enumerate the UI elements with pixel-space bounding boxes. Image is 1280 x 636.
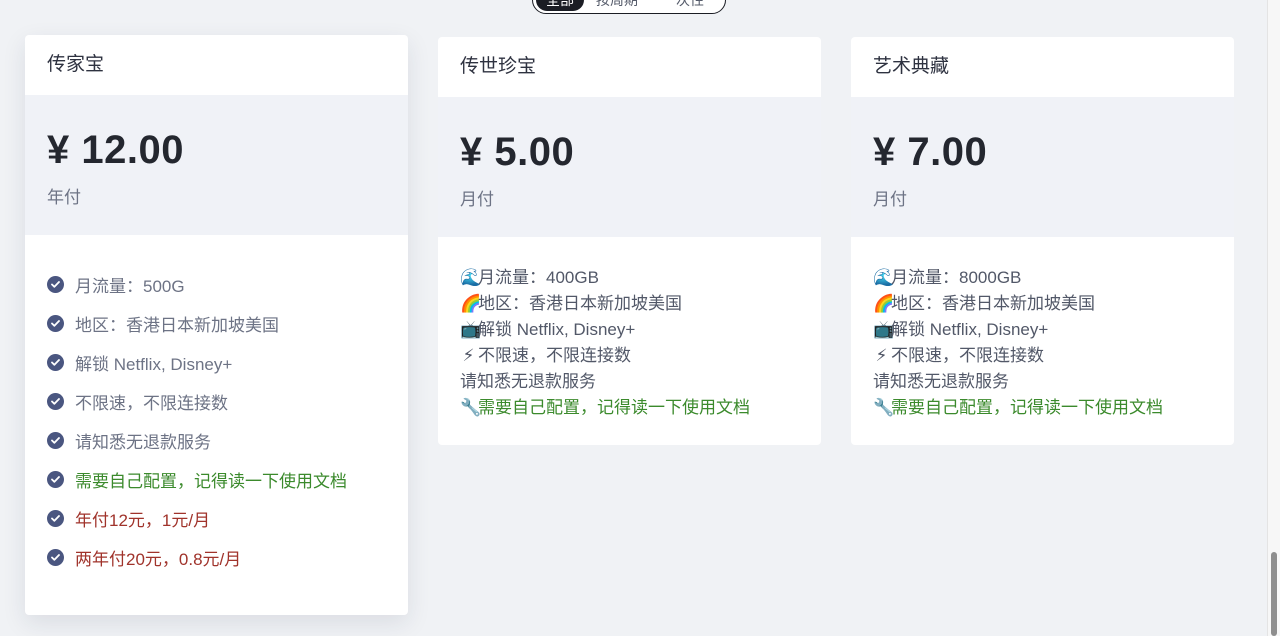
plan-period: 年付 (47, 188, 81, 207)
list-item: ⚡ 不限速，不限连接数 (873, 343, 1212, 369)
feature-text: 解锁 Netflix, Disney+ (75, 355, 233, 374)
list-item: 两年付20元，0.8元/月 (47, 538, 386, 577)
price-panel: ¥ 12.00 年付 (25, 95, 408, 235)
wrench-icon: 🔧 (873, 398, 895, 417)
plan-name: 传家宝 (47, 54, 105, 75)
plan-price: ¥ 7.00 (873, 130, 988, 174)
feature-text: 需要自己配置，记得读一下使用文档 (75, 472, 347, 491)
plan-price: ¥ 12.00 (47, 128, 184, 172)
list-item: 请知悉无退款服务 (873, 372, 1009, 391)
rainbow-icon: 🌈 (873, 294, 895, 313)
feature-description: 🌊月流量：400GB 🌈地区：香港日本新加坡美国 📺解锁 Netflix, Di… (438, 237, 821, 421)
plan-name: 传世珍宝 (460, 56, 537, 77)
list-item: 🔧需要自己配置，记得读一下使用文档 (873, 395, 1212, 421)
feature-text: 两年付20元，0.8元/月 (75, 550, 242, 569)
check-circle-icon (47, 549, 64, 566)
plan-card-treasure[interactable]: 传世珍宝 ¥ 5.00 月付 🌊月流量：400GB 🌈地区：香港日本新加坡美国 … (438, 37, 821, 445)
check-circle-icon (47, 510, 64, 527)
check-circle-icon (47, 354, 64, 371)
list-item: 🌊月流量：8000GB (873, 265, 1212, 291)
list-item: 不限速，不限连接数 (47, 382, 386, 421)
list-item: 🌈地区：香港日本新加坡美国 (460, 291, 799, 317)
lightning-icon: ⚡ (875, 346, 888, 365)
filter-tab-periodic[interactable]: 按周期 (584, 0, 650, 11)
list-item: 📺解锁 Netflix, Disney+ (873, 317, 1212, 343)
price-panel: ¥ 7.00 月付 (851, 97, 1234, 237)
plan-period: 月付 (460, 190, 494, 209)
feature-description: 🌊月流量：8000GB 🌈地区：香港日本新加坡美国 📺解锁 Netflix, D… (851, 237, 1234, 421)
check-circle-icon (47, 315, 64, 332)
plan-name: 艺术典藏 (873, 56, 950, 77)
plan-price: ¥ 5.00 (460, 130, 575, 174)
feature-text: 不限速，不限连接数 (75, 394, 228, 413)
tv-icon: 📺 (873, 320, 895, 339)
page-scrollbar[interactable] (1267, 0, 1280, 636)
feature-text: 请知悉无退款服务 (75, 433, 211, 452)
list-item: 年付12元，1元/月 (47, 499, 386, 538)
check-circle-icon (47, 393, 64, 410)
list-item: 请知悉无退款服务 (47, 421, 386, 460)
list-item: 月流量：500G (47, 265, 386, 304)
list-item: 地区：香港日本新加坡美国 (47, 304, 386, 343)
check-circle-icon (47, 432, 64, 449)
plan-filter-segmented: 全部 按周期 一次性 (532, 0, 726, 14)
tv-icon: 📺 (460, 320, 482, 339)
feature-text: 地区：香港日本新加坡美国 (75, 316, 279, 335)
wave-icon: 🌊 (873, 268, 895, 287)
wrench-icon: 🔧 (460, 398, 482, 417)
plan-card-heirloom[interactable]: 传家宝 ¥ 12.00 年付 月流量：500G 地区：香港日本新加坡美国 解锁 … (25, 35, 408, 615)
filter-tab-one-time[interactable]: 一次性 (650, 0, 716, 11)
scrollbar-thumb[interactable] (1271, 552, 1277, 636)
list-item: 🌈地区：香港日本新加坡美国 (873, 291, 1212, 317)
list-item: 需要自己配置，记得读一下使用文档 (47, 460, 386, 499)
feature-list: 月流量：500G 地区：香港日本新加坡美国 解锁 Netflix, Disney… (25, 235, 408, 577)
feature-text: 年付12元，1元/月 (75, 511, 211, 530)
list-item: 🔧需要自己配置，记得读一下使用文档 (460, 395, 799, 421)
check-circle-icon (47, 471, 64, 488)
feature-text: 月流量：500G (75, 277, 185, 296)
list-item: 🌊月流量：400GB (460, 265, 799, 291)
lightning-icon: ⚡ (462, 346, 475, 365)
plan-period: 月付 (873, 190, 907, 209)
filter-tab-all[interactable]: 全部 (536, 0, 584, 11)
plan-card-art-collection[interactable]: 艺术典藏 ¥ 7.00 月付 🌊月流量：8000GB 🌈地区：香港日本新加坡美国… (851, 37, 1234, 445)
list-item: 解锁 Netflix, Disney+ (47, 343, 386, 382)
list-item: ⚡ 不限速，不限连接数 (460, 343, 799, 369)
check-circle-icon (47, 276, 64, 293)
list-item: 请知悉无退款服务 (460, 372, 596, 391)
list-item: 📺解锁 Netflix, Disney+ (460, 317, 799, 343)
rainbow-icon: 🌈 (460, 294, 482, 313)
wave-icon: 🌊 (460, 268, 482, 287)
price-panel: ¥ 5.00 月付 (438, 97, 821, 237)
